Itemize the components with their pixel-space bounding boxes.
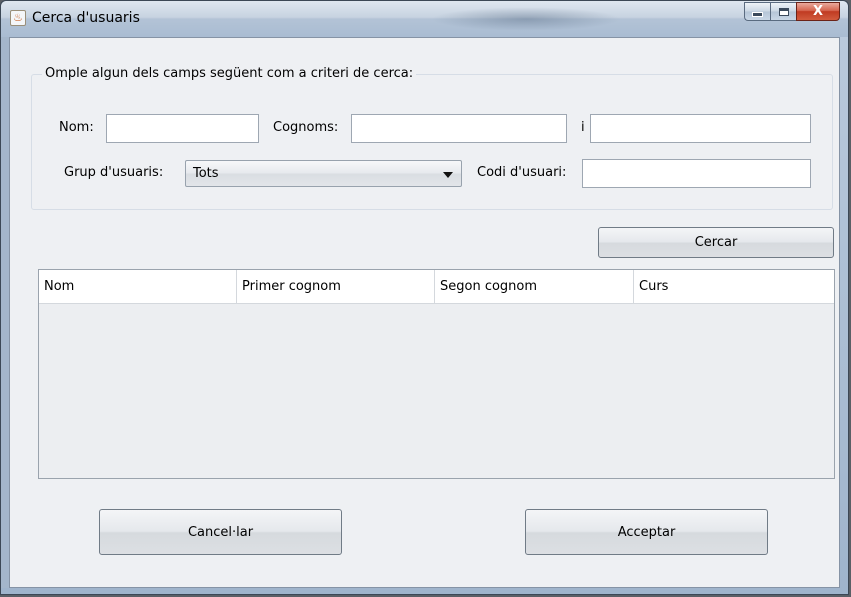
cancel-button[interactable]: Cancel·lar [99,509,342,555]
grup-selected-value: Tots [193,166,219,181]
column-header-segon-cognom[interactable]: Segon cognom [435,270,634,303]
nom-input[interactable] [106,114,259,143]
java-cup-icon[interactable]: ♨ [10,10,26,26]
primer-cognom-input[interactable] [351,114,567,143]
title-bar-glow [431,7,621,31]
minimize-icon [752,12,763,17]
minimize-button[interactable] [744,2,770,21]
accept-button[interactable]: Acceptar [525,509,768,555]
cognoms-label: Cognoms: [273,120,339,135]
cognoms-separator: i [581,120,585,135]
cercar-button[interactable]: Cercar [598,227,834,258]
grup-label: Grup d'usuaris: [64,165,164,180]
search-criteria-legend: Omple algun dels camps següent com a cri… [42,66,417,81]
window-title: Cerca d'usuaris [32,10,140,26]
search-users-window: ♨ Cerca d'usuaris X Omple algun dels cam… [0,0,849,595]
chevron-down-icon [443,172,453,178]
grup-usuaris-select[interactable]: Tots [185,160,462,187]
results-table: Nom Primer cognom Segon cognom Curs [38,269,835,479]
segon-cognom-input[interactable] [590,114,811,143]
codi-label: Codi d'usuari: [477,165,567,180]
window-left-border [1,37,9,588]
window-controls: X [744,2,840,22]
title-bar[interactable]: ♨ Cerca d'usuaris X [1,1,848,37]
table-header: Nom Primer cognom Segon cognom Curs [39,270,834,304]
table-body[interactable] [39,304,834,478]
maximize-icon [778,7,789,16]
codi-usuari-input[interactable] [582,159,811,188]
close-button[interactable]: X [796,2,840,21]
maximize-button[interactable] [770,2,796,21]
close-icon: X [812,4,824,19]
column-header-nom[interactable]: Nom [39,270,237,303]
column-header-curs[interactable]: Curs [634,270,834,303]
column-header-primer-cognom[interactable]: Primer cognom [237,270,435,303]
nom-label: Nom: [59,120,94,135]
